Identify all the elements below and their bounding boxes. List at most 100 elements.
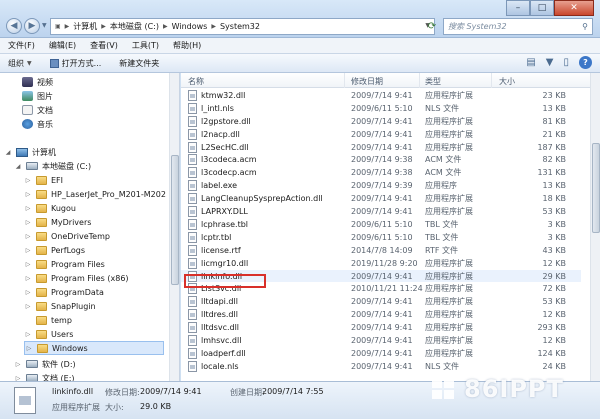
column-divider[interactable] xyxy=(419,73,420,88)
minimize-icon[interactable]: – xyxy=(506,0,530,16)
table-row[interactable]: lltdres.dll 2009/7/14 9:41 应用程序扩展 12 KB xyxy=(181,308,581,321)
sidebar-item-pictures[interactable]: 图片 xyxy=(22,89,53,103)
chevron-right-icon[interactable]: ▶ xyxy=(163,23,168,30)
expand-triangle-icon[interactable]: ▷ xyxy=(24,331,32,338)
sidebar-item-drive-e[interactable]: ▷ 文档 (E:) xyxy=(14,371,75,381)
expand-triangle-icon[interactable]: ▷ xyxy=(24,177,32,184)
sidebar-item-music[interactable]: 音乐 xyxy=(22,117,53,131)
table-row[interactable]: l2gpstore.dll 2009/7/14 9:41 应用程序扩展 81 KB xyxy=(181,115,581,128)
expand-triangle-icon[interactable]: ▷ xyxy=(24,191,32,198)
organize-button[interactable]: 组织 ▼ xyxy=(8,58,32,69)
breadcrumb-computer[interactable]: 计算机 xyxy=(73,21,97,32)
expand-triangle-icon[interactable]: ▷ xyxy=(24,261,32,268)
help-icon[interactable]: ? xyxy=(579,56,592,69)
column-date[interactable]: 修改日期 xyxy=(351,76,383,87)
address-bar[interactable]: ▣ ▶ 计算机 ▶ 本地磁盘 (C:) ▶ Windows ▶ System32… xyxy=(50,18,435,35)
preview-pane-icon[interactable]: ▯ xyxy=(563,57,569,68)
chevron-right-icon[interactable]: ▶ xyxy=(65,23,70,30)
close-icon[interactable]: ✕ xyxy=(554,0,594,16)
view-options-icon[interactable]: ▤ xyxy=(526,57,535,68)
search-box[interactable]: 搜索 System32 ⚲ xyxy=(443,18,593,35)
table-row[interactable]: label.exe 2009/7/14 9:39 应用程序 13 KB xyxy=(181,179,581,192)
back-arrow-icon[interactable]: ◀ xyxy=(6,18,22,34)
sidebar-item-folder[interactable]: ▷ Program Files (x86) xyxy=(24,271,129,285)
table-row[interactable]: l2nacp.dll 2009/7/14 9:41 应用程序扩展 21 KB xyxy=(181,128,581,141)
table-row[interactable]: L2SecHC.dll 2009/7/14 9:41 应用程序扩展 187 KB xyxy=(181,141,581,154)
menu-tools[interactable]: 工具(T) xyxy=(132,40,159,51)
scrollbar-thumb[interactable] xyxy=(171,155,179,285)
chevron-down-icon[interactable]: ▼ xyxy=(546,57,554,68)
column-name[interactable]: 名称 xyxy=(188,76,204,87)
file-list-scrollbar[interactable] xyxy=(590,73,600,381)
column-divider[interactable] xyxy=(491,73,492,88)
chevron-right-icon[interactable]: ▶ xyxy=(211,23,216,30)
table-row[interactable]: lmhsvc.dll 2009/7/14 9:41 应用程序扩展 12 KB xyxy=(181,334,581,347)
search-input[interactable]: 搜索 System32 xyxy=(448,21,507,32)
expand-triangle-icon[interactable]: ▷ xyxy=(24,247,32,254)
menu-edit[interactable]: 编辑(E) xyxy=(49,40,76,51)
menu-view[interactable]: 查看(V) xyxy=(90,40,118,51)
expand-triangle-icon[interactable]: ▷ xyxy=(24,219,32,226)
column-divider[interactable] xyxy=(344,73,345,88)
maximize-icon[interactable]: □ xyxy=(530,0,554,16)
sidebar-item-videos[interactable]: 视频 xyxy=(22,75,53,89)
table-row[interactable]: LangCleanupSysprepAction.dll 2009/7/14 9:… xyxy=(181,192,581,205)
sidebar-item-windows[interactable]: ▷ Windows xyxy=(24,341,164,355)
collapse-triangle-icon[interactable]: ◢ xyxy=(4,149,12,156)
sidebar-item-documents[interactable]: 文档 xyxy=(22,103,53,117)
table-row[interactable]: l_intl.nls 2009/6/11 5:10 NLS 文件 13 KB xyxy=(181,102,581,115)
sidebar-item-computer[interactable]: ◢ 计算机 xyxy=(4,145,56,159)
file-size: 81 KB xyxy=(542,116,566,126)
sidebar-item-folder[interactable]: ▷ OneDriveTemp xyxy=(24,229,110,243)
expand-triangle-icon[interactable]: ▷ xyxy=(24,205,32,212)
table-row[interactable]: l3codecp.acm 2009/7/14 9:38 ACM 文件 131 KB xyxy=(181,166,581,179)
forward-arrow-icon[interactable]: ▶ xyxy=(24,18,40,34)
sidebar-item-folder[interactable]: ▷ SnapPlugin xyxy=(24,299,96,313)
sidebar-item-drive-d[interactable]: ▷ 软件 (D:) xyxy=(14,357,76,371)
recent-pages-chevron-icon[interactable]: ▼ xyxy=(42,22,47,29)
column-size[interactable]: 大小 xyxy=(499,76,515,87)
sidebar-item-folder[interactable]: ▷ HP_LaserJet_Pro_M201-M202 xyxy=(24,187,166,201)
table-row[interactable]: ktmw32.dll 2009/7/14 9:41 应用程序扩展 23 KB xyxy=(181,89,581,102)
table-row[interactable]: l3codeca.acm 2009/7/14 9:38 ACM 文件 82 KB xyxy=(181,154,581,167)
table-row[interactable]: license.rtf 2014/7/8 14:09 RTF 文件 43 KB xyxy=(181,244,581,257)
sidebar-item-folder[interactable]: temp xyxy=(24,313,72,327)
table-row[interactable]: lltdsvc.dll 2009/7/14 9:41 应用程序扩展 293 KB xyxy=(181,321,581,334)
new-folder-button[interactable]: 新建文件夹 xyxy=(119,58,159,69)
menu-file[interactable]: 文件(F) xyxy=(8,40,35,51)
sidebar-item-folder[interactable]: ▷ Program Files xyxy=(24,257,105,271)
chevron-right-icon[interactable]: ▶ xyxy=(101,23,106,30)
sidebar-item-folder[interactable]: ▷ Kugou xyxy=(24,201,76,215)
table-row[interactable]: loadperf.dll 2009/7/14 9:41 应用程序扩展 124 KB xyxy=(181,347,581,360)
scrollbar-thumb[interactable] xyxy=(592,143,600,233)
collapse-triangle-icon[interactable]: ◢ xyxy=(14,163,22,170)
open-with-button[interactable]: 打开方式... xyxy=(49,58,101,69)
table-row[interactable]: licmgr10.dll 2019/11/28 9:20 应用程序扩展 12 KB xyxy=(181,257,581,270)
table-row[interactable]: LAPRXY.DLL 2009/7/14 9:41 应用程序扩展 53 KB xyxy=(181,205,581,218)
menu-help[interactable]: 帮助(H) xyxy=(173,40,201,51)
sidebar-item-folder[interactable]: ▷ ProgramData xyxy=(24,285,104,299)
expand-triangle-icon[interactable]: ▷ xyxy=(14,361,22,368)
refresh-icon[interactable]: ⟳ xyxy=(425,18,439,35)
sidebar-item-drive-c[interactable]: ◢ 本地磁盘 (C:) xyxy=(14,159,91,173)
table-row[interactable]: locale.nls 2009/7/14 9:41 NLS 文件 24 KB xyxy=(181,360,581,373)
table-row[interactable]: lcphrase.tbl 2009/6/11 5:10 TBL 文件 3 KB xyxy=(181,218,581,231)
expand-triangle-icon[interactable]: ▷ xyxy=(24,275,32,282)
table-row[interactable]: lcptr.tbl 2009/6/11 5:10 TBL 文件 3 KB xyxy=(181,231,581,244)
expand-triangle-icon[interactable]: ▷ xyxy=(24,303,32,310)
sidebar-item-folder[interactable]: ▷ PerfLogs xyxy=(24,243,85,257)
sidebar-item-label: EFI xyxy=(51,175,64,185)
sidebar-item-folder[interactable]: ▷ Users xyxy=(24,327,73,341)
expand-triangle-icon[interactable]: ▷ xyxy=(24,233,32,240)
table-row[interactable]: lltdapi.dll 2009/7/14 9:41 应用程序扩展 53 KB xyxy=(181,295,581,308)
expand-triangle-icon[interactable]: ▷ xyxy=(25,345,33,352)
breadcrumb-windows[interactable]: Windows xyxy=(172,22,208,31)
breadcrumb-drive-c[interactable]: 本地磁盘 (C:) xyxy=(110,21,159,32)
column-type[interactable]: 类型 xyxy=(425,76,441,87)
navigation-scrollbar[interactable] xyxy=(169,73,179,381)
sidebar-item-folder[interactable]: ▷ MyDrivers xyxy=(24,215,91,229)
sidebar-item-folder[interactable]: ▷ EFI xyxy=(24,173,63,187)
search-icon[interactable]: ⚲ xyxy=(582,22,588,31)
expand-triangle-icon[interactable]: ▷ xyxy=(24,289,32,296)
breadcrumb-system32[interactable]: System32 xyxy=(220,22,260,31)
